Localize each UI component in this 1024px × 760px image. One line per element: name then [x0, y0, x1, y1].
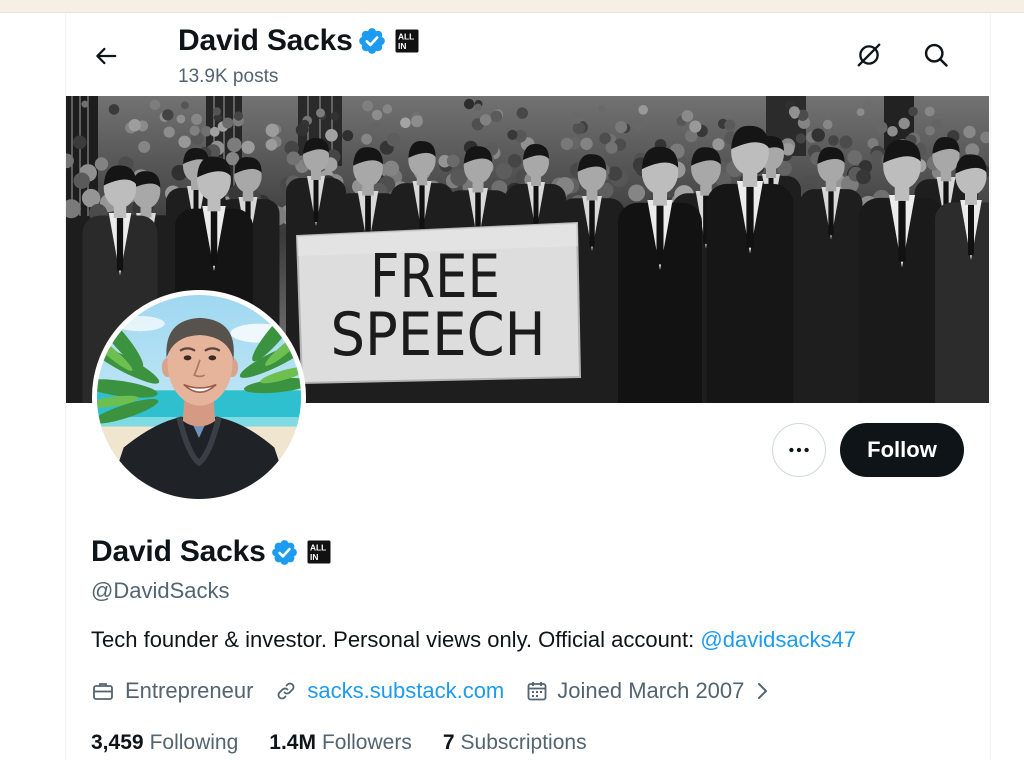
verified-badge-icon[interactable]	[271, 539, 298, 566]
profile-bio: Tech founder & investor. Personal views …	[91, 626, 856, 654]
search-icon	[924, 43, 948, 67]
bio-text: Tech founder & investor. Personal views …	[91, 627, 701, 652]
profile-avatar[interactable]	[92, 290, 306, 504]
affiliate-logo-line2: IN	[398, 41, 406, 51]
bio-mention-link[interactable]: @davidsacks47	[700, 627, 856, 652]
followers-count: 1.4M	[269, 731, 316, 754]
profile-name-row: David Sacks ALL IN	[91, 533, 331, 571]
back-button[interactable]	[89, 39, 123, 73]
chevron-right-icon[interactable]	[752, 680, 772, 702]
arrow-left-icon	[96, 47, 117, 65]
browser-top-strip	[0, 0, 1024, 13]
affiliate-badge-logo[interactable]: ALL IN	[307, 540, 331, 564]
grok-icon	[857, 43, 881, 67]
protest-banner-sign: FREE SPEECH	[295, 221, 582, 385]
verified-badge-icon[interactable]	[358, 27, 386, 55]
affiliate-logo-line2: IN	[310, 552, 318, 562]
following-stat-link[interactable]: 3,459 Following	[91, 731, 238, 755]
posts-count: 13.9K posts	[178, 66, 279, 87]
more-options-button[interactable]	[772, 423, 826, 477]
banner-sign-line2: SPEECH	[331, 300, 546, 370]
followers-label: Followers	[321, 731, 412, 754]
subscriptions-label: Subscriptions	[460, 731, 587, 754]
avatar-photo	[97, 295, 301, 499]
profile-handle: @DavidSacks	[91, 578, 230, 603]
briefcase-icon	[93, 683, 113, 700]
link-icon	[278, 682, 295, 700]
following-count: 3,459	[91, 731, 144, 754]
profile-meta-row: Entrepreneur sacks.substack.com Joined M…	[91, 677, 772, 705]
follow-button[interactable]: Follow	[840, 423, 964, 477]
subscriptions-count: 7	[442, 731, 455, 754]
affiliate-badge-logo[interactable]: ALL IN	[395, 29, 419, 53]
joined-date: Joined March 2007	[557, 678, 745, 703]
calendar-icon	[527, 682, 547, 701]
header-title-row: David Sacks ALL IN	[178, 22, 419, 60]
profile-name: David Sacks	[91, 535, 266, 568]
followers-stat-link[interactable]: 1.4M Followers	[269, 731, 412, 755]
header-title: David Sacks	[178, 24, 353, 57]
website-link[interactable]: sacks.substack.com	[307, 678, 504, 704]
subscriptions-stat-link[interactable]: 7 Subscriptions	[443, 731, 587, 755]
more-horizontal-icon	[789, 447, 809, 453]
occupation-text: Entrepreneur	[125, 678, 254, 703]
profile-stats-row: 3,459 Following 1.4M Followers 7 Subscri…	[91, 729, 618, 757]
grok-button[interactable]	[853, 39, 885, 71]
search-button[interactable]	[920, 39, 952, 71]
following-label: Following	[149, 731, 239, 754]
